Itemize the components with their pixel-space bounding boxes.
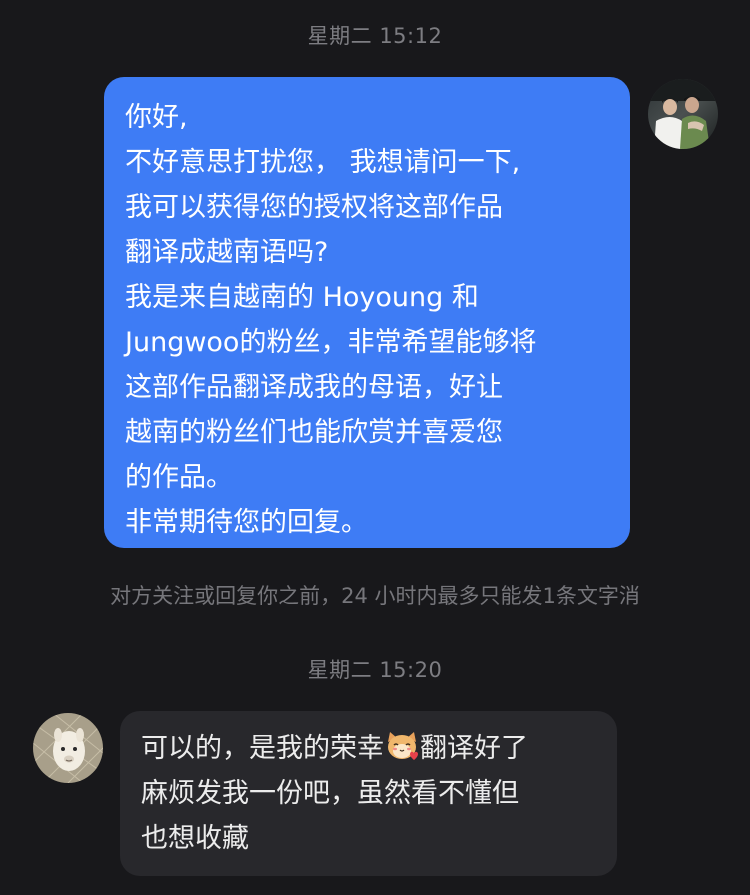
message-line: 翻译成越南语吗? [125,237,329,268]
cat-heart-emoji-icon [388,732,418,760]
self-avatar[interactable] [648,79,718,149]
message-text: 可以的，是我的荣幸 [141,733,384,764]
contact-avatar[interactable] [33,713,103,783]
timestamp: 星期二 15:12 [307,24,443,48]
message-line: 非常期待您的回复。 [125,507,368,538]
incoming-message-bubble[interactable]: 可以的，是我的荣幸 翻译好了 麻烦发我一份吧，虽然看不懂但 也想收藏 [120,711,617,876]
message-line: 这部作品翻译成我的母语，好让 [125,372,503,403]
message-line: 你好, [125,102,188,133]
message-line: 麻烦发我一份吧，虽然看不懂但 [141,778,519,809]
message-line: 我可以获得您的授权将这部作品 [125,192,503,223]
message-line: Jungwoo的粉丝，非常希望能够将 [125,327,537,358]
messaging-limit-notice: 对方关注或回复你之前，24 小时内最多只能发1条文字消 [110,584,640,608]
message-text: 翻译好了 [420,733,528,764]
self-avatar-image [648,79,718,149]
message-line: 越南的粉丝们也能欣赏并喜爱您 [125,417,503,448]
message-line: 的作品。 [125,462,233,493]
outgoing-message-bubble[interactable]: 你好, 不好意思打扰您， 我想请问一下, 我可以获得您的授权将这部作品 翻译成越… [104,77,630,548]
message-line: 不好意思打扰您， 我想请问一下, [125,147,521,178]
timestamp: 星期二 15:20 [307,658,443,682]
alpaca-avatar-image [33,713,103,783]
message-line: 我是来自越南的 Hoyoung 和 [125,282,479,313]
message-line: 也想收藏 [141,823,249,854]
message-line: 可以的，是我的荣幸 翻译好了 [141,726,597,771]
